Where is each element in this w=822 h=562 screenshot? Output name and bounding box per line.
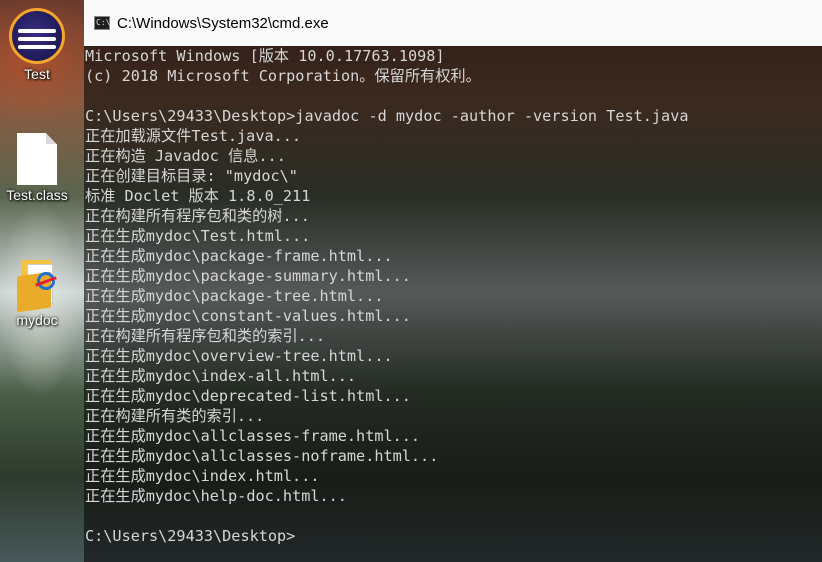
console-line: 正在生成mydoc\package-tree.html... <box>85 287 384 305</box>
cmd-icon: C:\ <box>94 16 110 30</box>
console-line: 正在生成mydoc\overview-tree.html... <box>85 347 393 365</box>
console-line: 正在生成mydoc\constant-values.html... <box>85 307 411 325</box>
console-line: 正在构建所有程序包和类的索引... <box>85 327 326 345</box>
window-title: C:\Windows\System32\cmd.exe <box>117 14 329 32</box>
eclipse-icon <box>9 8 65 64</box>
console-output[interactable]: Microsoft Windows [版本 10.0.17763.1098] (c… <box>84 46 822 546</box>
console-line: 正在生成mydoc\allclasses-frame.html... <box>85 427 421 445</box>
console-line: 正在生成mydoc\package-summary.html... <box>85 267 411 285</box>
console-line: 正在生成mydoc\package-frame.html... <box>85 247 393 265</box>
console-line: (c) 2018 Microsoft Corporation。保留所有权利。 <box>85 67 481 85</box>
desktop-icon-mydoc[interactable]: mydoc <box>0 258 74 328</box>
console-line: 正在生成mydoc\deprecated-list.html... <box>85 387 411 405</box>
desktop-icon-label: mydoc <box>16 312 58 328</box>
console-line: 正在生成mydoc\help-doc.html... <box>85 487 347 505</box>
html-folder-icon <box>15 258 59 313</box>
console-line: 正在构造 Javadoc 信息... <box>85 147 286 165</box>
console-line: C:\Users\29433\Desktop> <box>85 527 296 545</box>
desktop-icon-test-class[interactable]: Test.class <box>0 133 74 203</box>
desktop-icon-test-eclipse[interactable]: Test <box>0 8 74 82</box>
console-line: Microsoft Windows [版本 10.0.17763.1098] <box>85 47 445 65</box>
console-line: C:\Users\29433\Desktop>javadoc -d mydoc … <box>85 107 689 125</box>
console-line: 正在生成mydoc\index.html... <box>85 467 320 485</box>
desktop-icon-label: Test.class <box>6 187 68 203</box>
console-line: 标准 Doclet 版本 1.8.0_211 <box>85 187 311 205</box>
console-line: 正在创建目标目录: "mydoc\" <box>85 167 298 185</box>
desktop-icon-label: Test <box>24 66 50 82</box>
console-line: 正在生成mydoc\allclasses-noframe.html... <box>85 447 439 465</box>
window-titlebar[interactable]: C:\ C:\Windows\System32\cmd.exe <box>84 0 822 46</box>
console-line: 正在加载源文件Test.java... <box>85 127 302 145</box>
console-line: 正在构建所有程序包和类的树... <box>85 207 310 225</box>
console-line: 正在生成mydoc\Test.html... <box>85 227 311 245</box>
cmd-window[interactable]: C:\ C:\Windows\System32\cmd.exe Microsof… <box>84 0 822 562</box>
file-icon <box>17 133 57 185</box>
console-line: 正在构建所有类的索引... <box>85 407 265 425</box>
console-line: 正在生成mydoc\index-all.html... <box>85 367 357 385</box>
